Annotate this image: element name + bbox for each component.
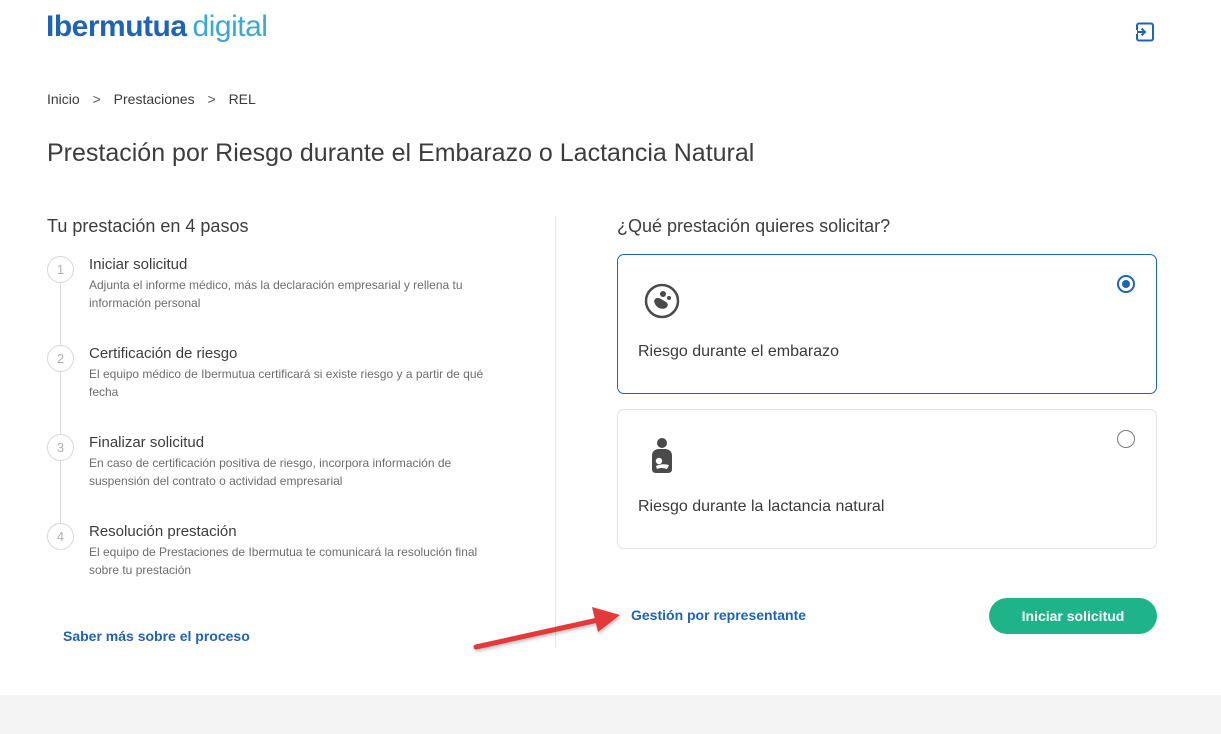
start-request-button[interactable]: Iniciar solicitud (989, 598, 1157, 634)
representative-management-link[interactable]: Gestión por representante (631, 607, 806, 623)
step-description: El equipo de Prestaciones de Ibermutua t… (89, 545, 478, 577)
step-title: Resolución prestación (89, 523, 237, 540)
page-title: Prestación por Riesgo durante el Embaraz… (47, 139, 755, 167)
logo-brand: Ibermutua (46, 10, 187, 43)
step-number: 3 (47, 434, 74, 461)
step-description: El equipo médico de Ibermutua certificar… (89, 367, 484, 399)
breadcrumb-item-inicio[interactable]: Inicio (47, 91, 80, 107)
selection-question: ¿Qué prestación quieres solicitar? (617, 216, 891, 236)
option-card-pregnancy[interactable]: Riesgo durante el embarazo (617, 254, 1157, 394)
step-title: Iniciar solicitud (89, 256, 188, 273)
step-number: 2 (47, 345, 74, 372)
step-title: Finalizar solicitud (89, 434, 205, 451)
option-label: Riesgo durante el embarazo (638, 343, 840, 360)
step-number: 1 (47, 256, 74, 283)
vertical-divider (555, 216, 556, 648)
radio-button-selected[interactable] (1117, 275, 1135, 293)
option-label: Riesgo durante la lactancia natural (638, 498, 885, 515)
steps-section-title: Tu prestación en 4 pasos (47, 216, 249, 236)
learn-more-link[interactable]: Saber más sobre el proceso (63, 628, 250, 644)
pregnancy-icon (642, 281, 682, 321)
breadcrumb-separator: > (207, 91, 216, 107)
option-card-breastfeeding[interactable]: Riesgo durante la lactancia natural (617, 409, 1157, 549)
annotation-arrow-icon (473, 607, 620, 650)
breadcrumb: Inicio > Prestaciones > REL (47, 91, 256, 107)
logo-product: digital (192, 10, 268, 43)
breadcrumb-item-prestaciones[interactable]: Prestaciones (114, 91, 195, 107)
ibermutua-digital-logo[interactable]: Ibermutua digital (46, 10, 268, 44)
step-title: Certificación de riesgo (89, 345, 238, 362)
app-header: Ibermutua digital (0, 0, 1221, 70)
breadcrumb-separator: > (92, 91, 101, 107)
breadcrumb-item-current: REL (228, 91, 256, 107)
step-description: En caso de certificación positiva de rie… (89, 456, 452, 488)
step-number: 4 (47, 523, 74, 550)
radio-button[interactable] (1117, 430, 1135, 448)
steps-connector-line (60, 270, 61, 542)
footer-band (0, 695, 1221, 734)
logout-icon[interactable] (1133, 20, 1157, 44)
breastfeeding-icon (642, 436, 682, 476)
step-description: Adjunta el informe médico, más la declar… (89, 278, 463, 310)
